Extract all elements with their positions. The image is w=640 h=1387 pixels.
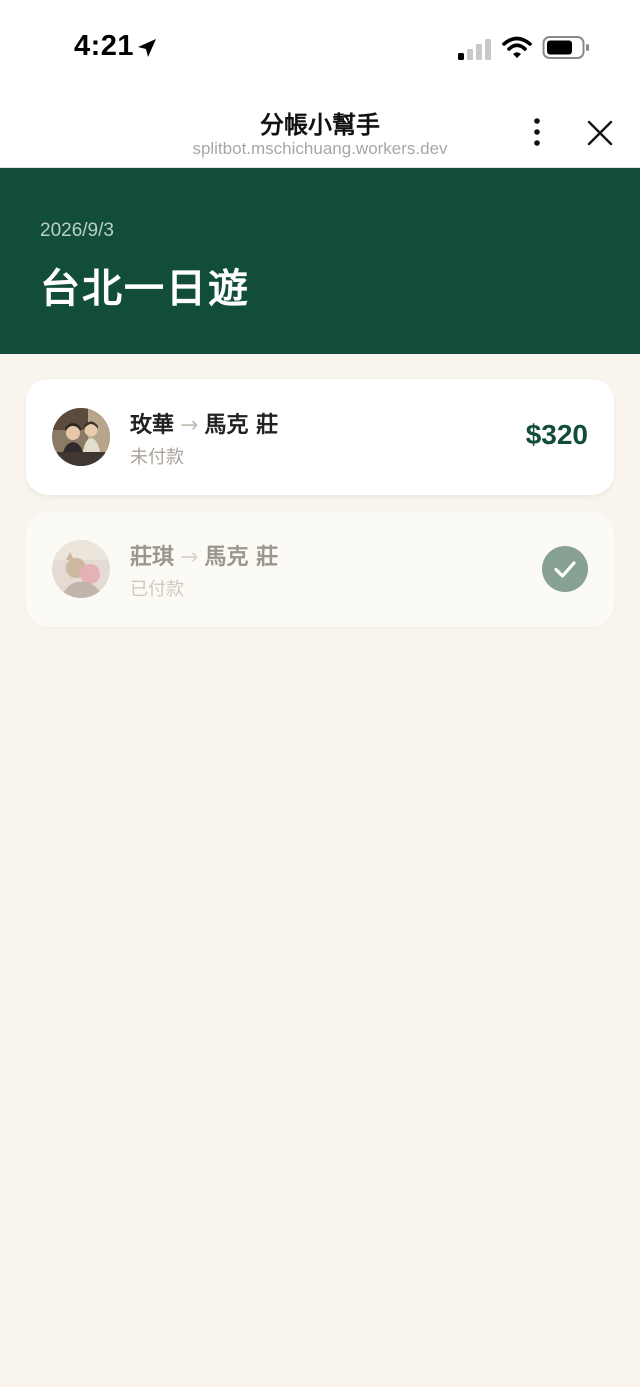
close-icon[interactable] bbox=[584, 117, 616, 149]
event-banner: 2026/9/3 台北一日遊 bbox=[0, 168, 640, 354]
payer-name: 莊琪 bbox=[130, 545, 175, 570]
browser-header: 分帳小幫手 splitbot.mschichuang.workers.dev bbox=[0, 95, 640, 168]
status-bar: 4:21 bbox=[0, 0, 640, 95]
transfer-names: 玫華 → 馬克 莊 bbox=[130, 407, 278, 439]
event-title: 台北一日遊 bbox=[40, 265, 250, 312]
avatar bbox=[52, 408, 110, 466]
signal-icon bbox=[458, 39, 491, 60]
payment-status: 已付款 bbox=[130, 579, 184, 600]
more-vertical-icon[interactable] bbox=[524, 115, 550, 149]
arrow-icon: → bbox=[180, 545, 199, 570]
transfer-names: 莊琪 → 馬克 莊 bbox=[130, 539, 278, 571]
payer-name: 玫華 bbox=[130, 413, 175, 438]
payee-name: 馬克 莊 bbox=[204, 545, 279, 570]
settlement-card-unpaid[interactable]: 玫華 → 馬克 莊 未付款 $320 bbox=[26, 379, 614, 495]
status-time: 4:21 bbox=[74, 30, 135, 62]
payment-status: 未付款 bbox=[130, 447, 184, 468]
battery-icon bbox=[542, 36, 589, 59]
check-icon bbox=[554, 561, 576, 578]
avatar bbox=[52, 540, 110, 598]
paid-badge bbox=[542, 546, 588, 592]
arrow-icon: → bbox=[180, 413, 199, 438]
payee-name: 馬克 莊 bbox=[204, 413, 279, 438]
settlement-card-paid[interactable]: 莊琪 → 馬克 莊 已付款 bbox=[26, 511, 614, 627]
wifi-icon bbox=[502, 36, 532, 58]
amount: $320 bbox=[525, 419, 588, 450]
location-arrow-icon bbox=[138, 39, 156, 57]
event-date: 2026/9/3 bbox=[40, 220, 114, 241]
